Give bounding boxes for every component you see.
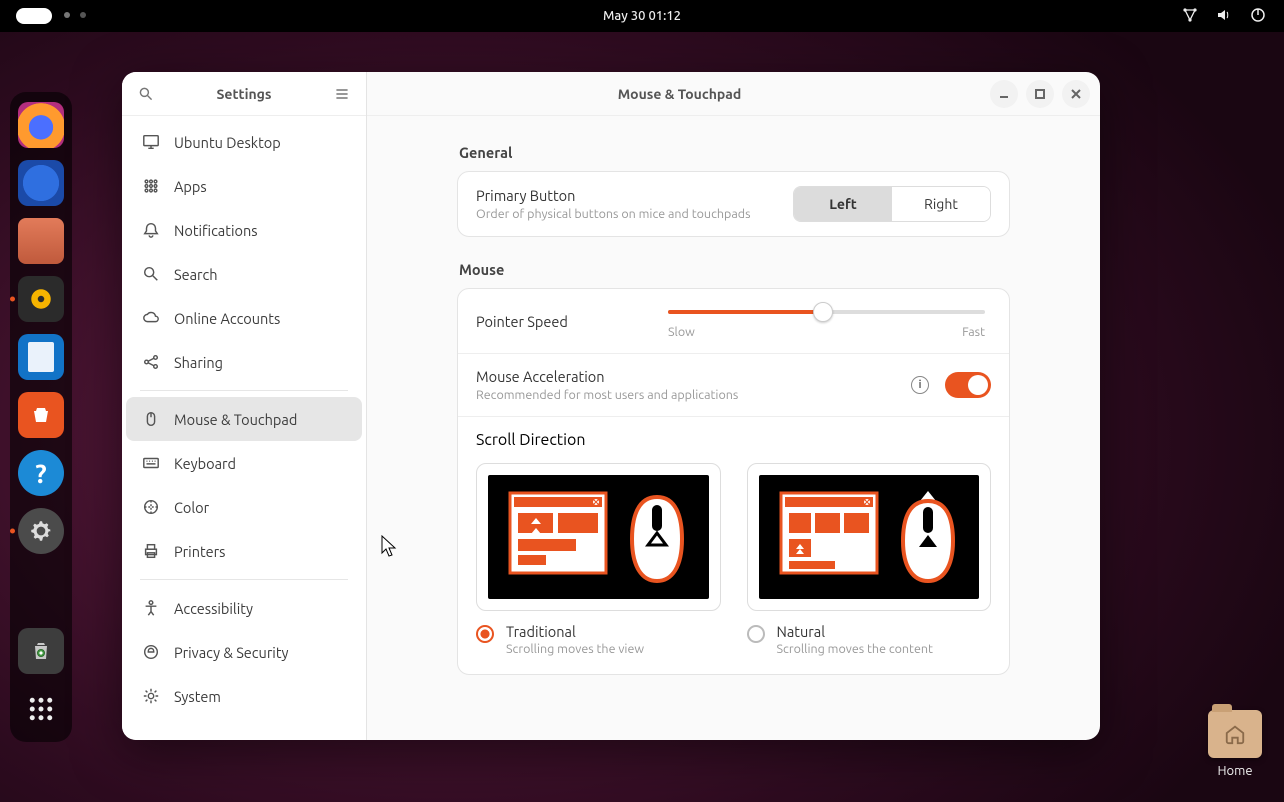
dock-app-software[interactable] — [18, 392, 64, 438]
traditional-sub: Scrolling moves the view — [506, 642, 644, 656]
sidebar-title: Settings — [160, 86, 328, 102]
primary-left-option[interactable]: Left — [794, 187, 892, 221]
pointer-speed-label: Pointer Speed — [476, 313, 616, 330]
pointer-speed-row: Pointer Speed Slow Fast — [458, 289, 1009, 353]
slider-slow-label: Slow — [668, 325, 695, 339]
sidebar-list: Ubuntu DesktopAppsNotificationsSearchOnl… — [122, 116, 366, 740]
sidebar-item-system[interactable]: System — [126, 674, 362, 718]
volume-icon[interactable] — [1216, 7, 1232, 26]
desktop-home-icon[interactable]: Home — [1208, 710, 1262, 778]
sidebar-item-sharing[interactable]: Sharing — [126, 340, 362, 384]
dock-app-files[interactable] — [18, 218, 64, 264]
mouse-accel-toggle[interactable] — [945, 372, 991, 398]
primary-button-segment: Left Right — [793, 186, 991, 222]
scroll-direction-label: Scroll Direction — [476, 431, 991, 449]
window-maximize[interactable] — [1026, 80, 1054, 108]
desktop-home-label: Home — [1208, 764, 1262, 778]
settings-window: Settings Ubuntu DesktopAppsNotifications… — [122, 72, 1100, 740]
sidebar-search-button[interactable] — [132, 86, 160, 102]
dock-app-trash[interactable] — [18, 628, 64, 674]
natural-preview — [747, 463, 992, 611]
primary-button-label: Primary Button — [476, 187, 777, 204]
sidebar-item-mouse-touchpad[interactable]: Mouse & Touchpad — [126, 397, 362, 441]
sidebar-item-keyboard[interactable]: Keyboard — [126, 441, 362, 485]
mouse-accel-label: Mouse Acceleration — [476, 368, 895, 385]
dock-show-apps[interactable] — [18, 686, 64, 732]
mouse-accel-row: Mouse Acceleration Recommended for most … — [458, 353, 1009, 416]
natural-sub: Scrolling moves the content — [777, 642, 933, 656]
dock-app-thunderbird[interactable] — [18, 160, 64, 206]
network-icon[interactable] — [1182, 7, 1198, 26]
slider-fast-label: Fast — [962, 325, 985, 339]
dock-app-rhythmbox[interactable] — [18, 276, 64, 322]
sidebar-item-privacy-security[interactable]: Privacy & Security — [126, 630, 362, 674]
natural-radio[interactable] — [747, 625, 765, 643]
sidebar-item-apps[interactable]: Apps — [126, 164, 362, 208]
sidebar-item-printers[interactable]: Printers — [126, 529, 362, 573]
window-close[interactable] — [1062, 80, 1090, 108]
dock-app-settings[interactable] — [18, 508, 64, 554]
scroll-direction-row: Scroll Direction — [458, 416, 1009, 674]
sidebar-header: Settings — [122, 72, 366, 116]
mouse-card: Pointer Speed Slow Fast — [457, 288, 1010, 675]
info-icon[interactable]: i — [911, 376, 929, 394]
dock: ? — [10, 92, 72, 742]
section-general-title: General — [459, 144, 1010, 161]
mouse-accel-sub: Recommended for most users and applicati… — [476, 388, 895, 402]
sidebar-item-color[interactable]: Color — [126, 485, 362, 529]
power-icon[interactable] — [1250, 7, 1266, 26]
sidebar-item-online-accounts[interactable]: Online Accounts — [126, 296, 362, 340]
sidebar-item-notifications[interactable]: Notifications — [126, 208, 362, 252]
primary-button-sub: Order of physical buttons on mice and to… — [476, 207, 777, 221]
window-minimize[interactable] — [990, 80, 1018, 108]
dock-app-writer[interactable] — [18, 334, 64, 380]
dock-app-firefox[interactable] — [18, 102, 64, 148]
traditional-label: Traditional — [506, 623, 644, 640]
scroll-traditional-card[interactable]: Traditional Scrolling moves the view — [476, 463, 721, 656]
dock-app-help[interactable]: ? — [18, 450, 64, 496]
top-clock[interactable]: May 30 01:12 — [603, 9, 681, 23]
general-card: Primary Button Order of physical buttons… — [457, 171, 1010, 237]
scroll-natural-card[interactable]: Natural Scrolling moves the content — [747, 463, 992, 656]
pointer-speed-slider[interactable] — [668, 303, 985, 321]
content-area: Mouse & Touchpad General Primary Button … — [367, 72, 1100, 740]
activities-pill[interactable] — [16, 8, 52, 24]
primary-button-row: Primary Button Order of physical buttons… — [458, 172, 1009, 236]
sidebar-menu-button[interactable] — [328, 86, 356, 102]
section-mouse-title: Mouse — [459, 261, 1010, 278]
sidebar-item-ubuntu-desktop[interactable]: Ubuntu Desktop — [126, 120, 362, 164]
system-tray — [1182, 7, 1266, 26]
settings-sidebar: Settings Ubuntu DesktopAppsNotifications… — [122, 72, 367, 740]
settings-pane[interactable]: General Primary Button Order of physical… — [367, 116, 1100, 740]
content-header: Mouse & Touchpad — [367, 72, 1100, 116]
primary-right-option[interactable]: Right — [892, 187, 990, 221]
natural-label: Natural — [777, 623, 933, 640]
traditional-preview — [476, 463, 721, 611]
traditional-radio[interactable] — [476, 625, 494, 643]
content-title: Mouse & Touchpad — [377, 86, 982, 102]
sidebar-item-search[interactable]: Search — [126, 252, 362, 296]
sidebar-item-accessibility[interactable]: Accessibility — [126, 586, 362, 630]
top-bar: May 30 01:12 — [0, 0, 1284, 32]
